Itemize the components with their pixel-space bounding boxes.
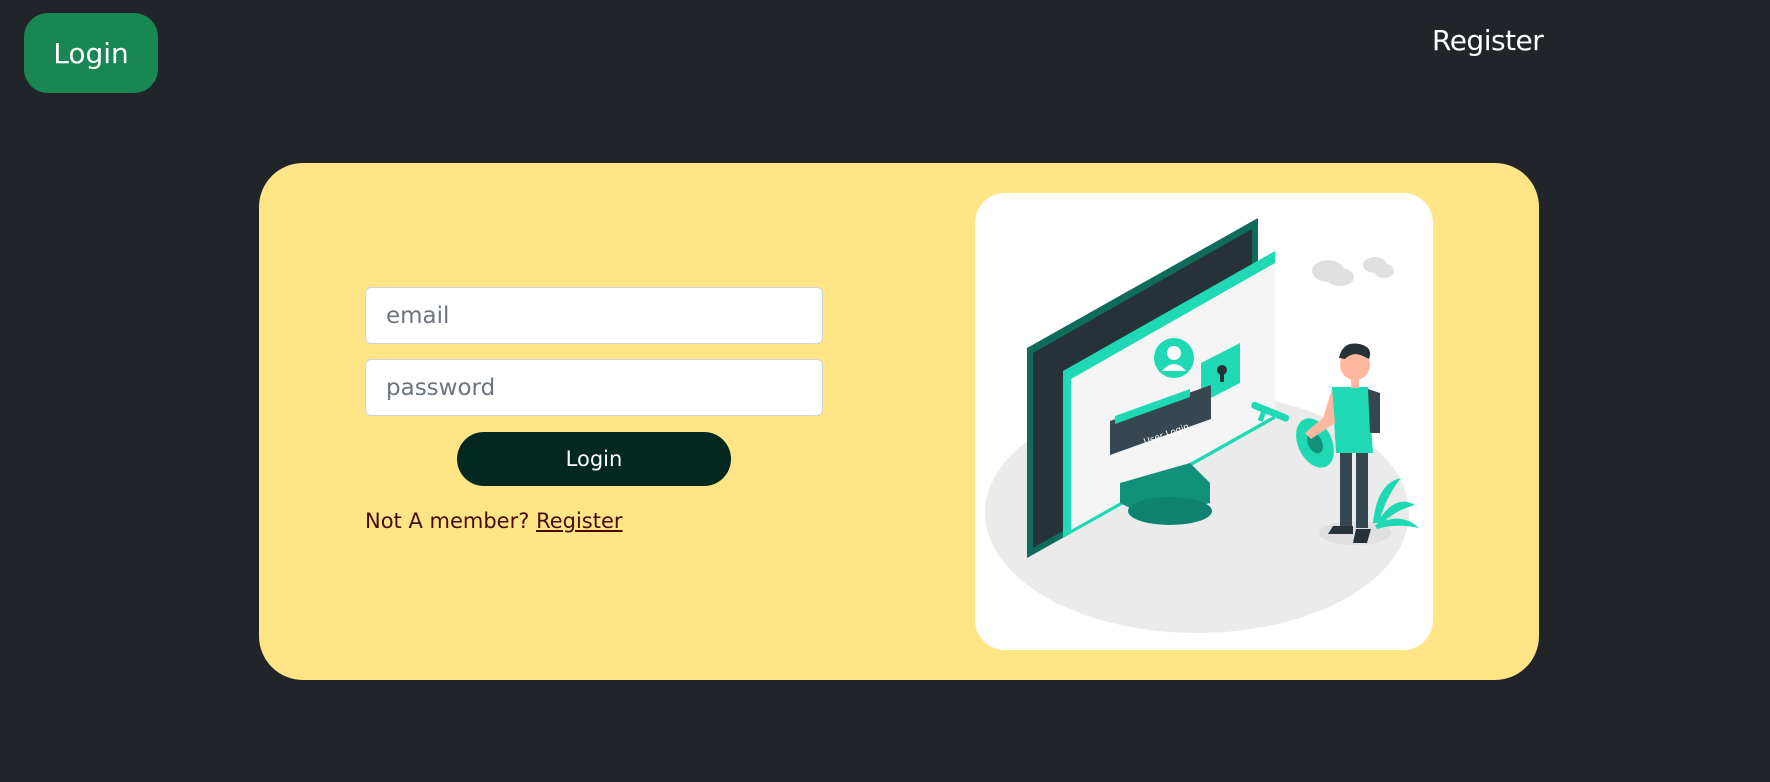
login-illustration-graphic: User Login [985, 218, 1419, 633]
login-card: Login Not A member? Register [259, 163, 1539, 680]
email-field[interactable] [365, 287, 823, 344]
nav-register-link[interactable]: Register [1432, 24, 1544, 57]
cloud-icon [1312, 257, 1394, 286]
login-illustration: User Login [975, 193, 1433, 650]
login-submit-button[interactable]: Login [457, 432, 731, 486]
user-avatar-icon [1154, 338, 1194, 378]
nav-login-button[interactable]: Login [24, 13, 158, 93]
password-field[interactable] [365, 359, 823, 416]
register-link[interactable]: Register [536, 509, 622, 533]
register-prompt: Not A member? Register [365, 509, 623, 533]
member-prompt-text: Not A member? [365, 509, 530, 533]
